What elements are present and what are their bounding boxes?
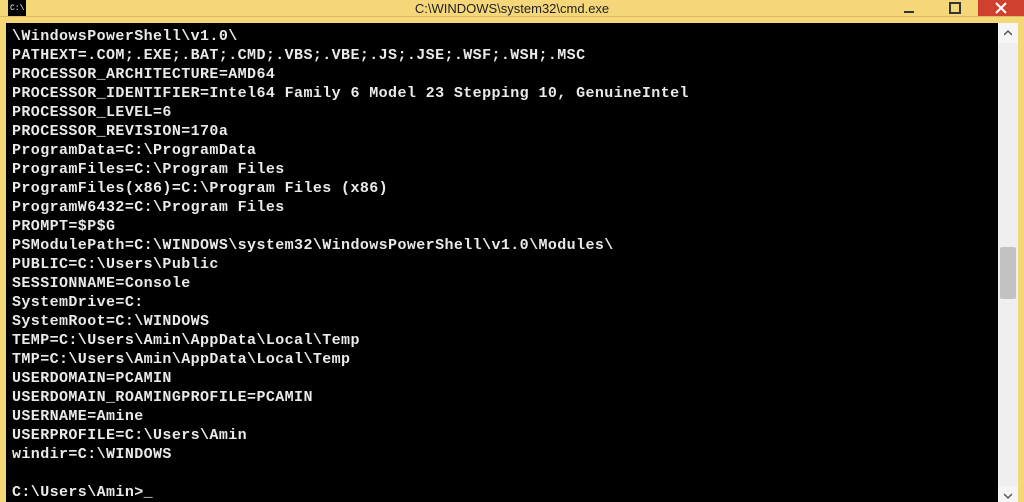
close-icon — [995, 2, 1007, 14]
chevron-up-icon — [1004, 29, 1012, 37]
chevron-down-icon — [1004, 492, 1012, 500]
close-button[interactable] — [978, 0, 1024, 16]
terminal-cursor: _ — [144, 483, 153, 502]
window-titlebar[interactable]: C:\ C:\WINDOWS\system32\cmd.exe — [0, 0, 1024, 17]
window-title: C:\WINDOWS\system32\cmd.exe — [415, 1, 609, 16]
vertical-scrollbar[interactable] — [998, 23, 1018, 502]
scroll-down-button[interactable] — [998, 486, 1018, 502]
minimize-icon — [903, 2, 915, 14]
minimize-button[interactable] — [886, 0, 932, 16]
maximize-icon — [949, 2, 961, 14]
cmd-icon: C:\ — [8, 0, 26, 16]
terminal-container: \WindowsPowerShell\v1.0\ PATHEXT=.COM;.E… — [0, 17, 1024, 502]
window-controls — [886, 0, 1024, 16]
terminal-output[interactable]: \WindowsPowerShell\v1.0\ PATHEXT=.COM;.E… — [6, 23, 998, 502]
scroll-up-button[interactable] — [998, 23, 1018, 43]
maximize-button[interactable] — [932, 0, 978, 16]
scrollbar-thumb[interactable] — [1000, 247, 1016, 299]
